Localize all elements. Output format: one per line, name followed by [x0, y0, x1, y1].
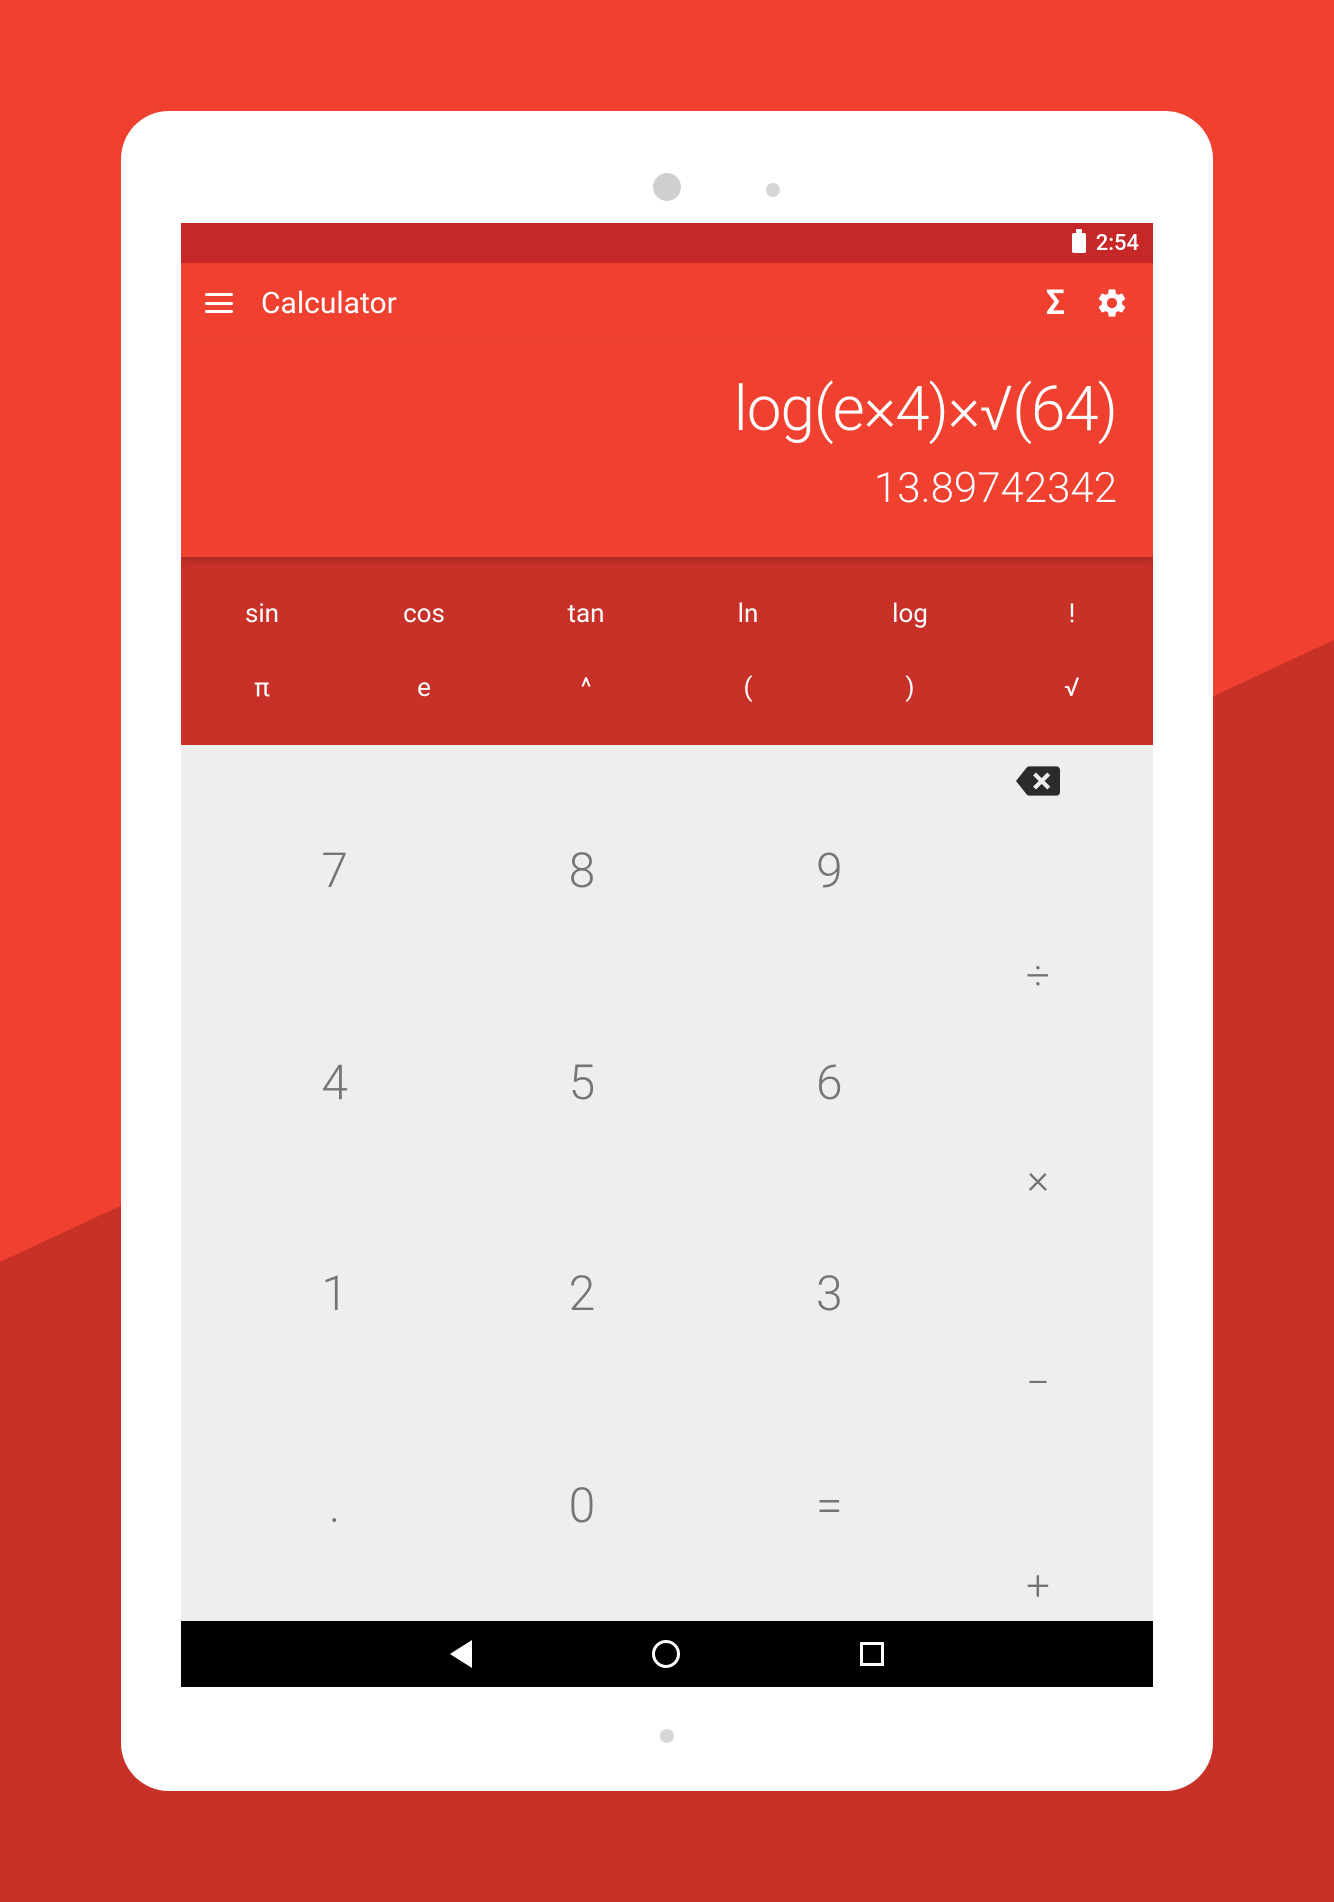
home-indicator — [660, 1729, 674, 1743]
key-6[interactable]: 6 — [706, 977, 953, 1189]
key-5[interactable]: 5 — [458, 977, 705, 1189]
key-cos[interactable]: cos — [343, 577, 505, 651]
key-3[interactable]: 3 — [706, 1188, 953, 1400]
result-text: 13.89742342 — [217, 464, 1117, 513]
key-factorial[interactable]: ! — [991, 577, 1153, 651]
key-decimal[interactable]: . — [211, 1400, 458, 1612]
key-sqrt[interactable]: √ — [991, 651, 1153, 725]
nav-recent-icon[interactable] — [860, 1642, 884, 1666]
key-2[interactable]: 2 — [458, 1188, 705, 1400]
backspace-icon — [1016, 765, 1060, 797]
nav-home-icon[interactable] — [652, 1640, 680, 1668]
key-rparen[interactable]: ) — [829, 651, 991, 725]
nav-back-icon[interactable] — [450, 1640, 472, 1668]
key-plus[interactable]: + — [1026, 1562, 1050, 1611]
key-7[interactable]: 7 — [211, 765, 458, 977]
android-nav-bar — [181, 1621, 1153, 1687]
camera-dot — [653, 173, 681, 201]
key-ln[interactable]: ln — [667, 577, 829, 651]
key-divide[interactable]: ÷ — [1026, 952, 1050, 1001]
key-pi[interactable]: π — [181, 651, 343, 725]
key-sin[interactable]: sin — [181, 577, 343, 651]
calculator-display: log(e×4)×√(64) 13.89742342 — [181, 343, 1153, 557]
status-time: 2:54 — [1096, 231, 1139, 256]
app-bar: Calculator Σ — [181, 263, 1153, 343]
app-title: Calculator — [261, 286, 1018, 321]
key-1[interactable]: 1 — [211, 1188, 458, 1400]
key-backspace[interactable] — [1016, 765, 1060, 797]
gear-icon[interactable] — [1095, 286, 1129, 320]
expression-text: log(e×4)×√(64) — [217, 373, 1117, 446]
key-power[interactable]: ^ — [505, 651, 667, 725]
scientific-keypad: sin cos tan ln log ! π e ^ ( ) √ — [181, 557, 1153, 745]
sigma-icon[interactable]: Σ — [1046, 283, 1065, 323]
tablet-frame: 2:54 Calculator Σ log(e×4)×√(64) 13.8974… — [121, 111, 1213, 1791]
battery-icon — [1072, 233, 1086, 253]
app-bar-actions: Σ — [1046, 283, 1129, 323]
key-equals[interactable]: = — [706, 1400, 953, 1612]
status-bar: 2:54 — [181, 223, 1153, 263]
numeric-keypad: 789 456 123.0= ÷ × − + — [181, 745, 1153, 1621]
key-multiply[interactable]: × — [1027, 1155, 1049, 1204]
key-lparen[interactable]: ( — [667, 651, 829, 725]
key-e[interactable]: e — [343, 651, 505, 725]
key-minus[interactable]: − — [1026, 1359, 1050, 1408]
key-9[interactable]: 9 — [706, 765, 953, 977]
sensor-dot — [766, 183, 780, 197]
device-screen: 2:54 Calculator Σ log(e×4)×√(64) 13.8974… — [181, 223, 1153, 1687]
key-4[interactable]: 4 — [211, 977, 458, 1189]
operator-column: ÷ × − + — [953, 765, 1123, 1611]
key-log[interactable]: log — [829, 577, 991, 651]
menu-icon[interactable] — [205, 293, 233, 313]
key-8[interactable]: 8 — [458, 765, 705, 977]
key-tan[interactable]: tan — [505, 577, 667, 651]
key-0[interactable]: 0 — [458, 1400, 705, 1612]
